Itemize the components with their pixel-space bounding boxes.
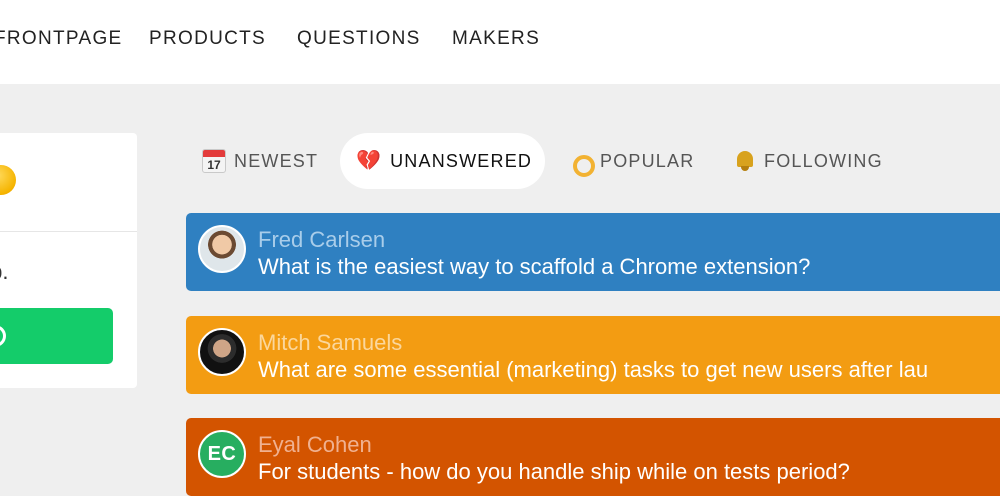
question-author[interactable]: Mitch Samuels: [258, 330, 402, 356]
tab-label: NEWEST: [234, 150, 319, 171]
question-card[interactable]: Mitch Samuels What are some essential (m…: [186, 316, 1000, 394]
button-glyph-icon: [0, 325, 6, 347]
avatar[interactable]: EC: [198, 430, 246, 478]
tab-label: FOLLOWING: [764, 150, 883, 171]
tab-popular[interactable]: POPULAR: [554, 133, 710, 189]
nav-questions[interactable]: QUESTIONS: [297, 28, 421, 50]
nav-frontpage[interactable]: FRONTPAGE: [0, 28, 123, 50]
calendar-day-text: 17: [207, 158, 221, 172]
question-card[interactable]: Fred Carlsen What is the easiest way to …: [186, 213, 1000, 291]
question-title[interactable]: What are some essential (marketing) task…: [258, 357, 928, 383]
avatar[interactable]: [198, 328, 246, 376]
sidebar-text: elp.: [0, 259, 137, 285]
top-navigation: FRONTPAGE PRODUCTS QUESTIONS MAKERS: [0, 0, 1000, 84]
tab-following[interactable]: FOLLOWING: [718, 133, 899, 189]
tab-label: POPULAR: [600, 150, 695, 171]
sidebar-action-button[interactable]: [0, 308, 113, 364]
sidebar-card: elp.: [0, 133, 137, 388]
nav-products[interactable]: PRODUCTS: [149, 28, 266, 50]
tab-newest[interactable]: 17 NEWEST: [186, 133, 334, 189]
smiley-emoji-icon: [0, 165, 16, 195]
question-card[interactable]: EC Eyal Cohen For students - how do you …: [186, 418, 1000, 496]
question-author[interactable]: Fred Carlsen: [258, 227, 385, 253]
tab-label: UNANSWERED: [390, 150, 533, 171]
question-title[interactable]: What is the easiest way to scaffold a Ch…: [258, 254, 810, 280]
avatar[interactable]: [198, 225, 246, 273]
ok-hand-icon: [570, 149, 595, 177]
calendar-icon: 17: [202, 149, 226, 173]
question-author[interactable]: Eyal Cohen: [258, 432, 372, 458]
sidebar-help-text: elp.: [0, 259, 9, 284]
sidebar-divider: [0, 231, 137, 232]
question-title[interactable]: For students - how do you handle ship wh…: [258, 459, 850, 485]
nav-makers[interactable]: MAKERS: [452, 28, 540, 50]
tab-unanswered[interactable]: 💔 UNANSWERED: [340, 133, 545, 189]
broken-heart-icon: 💔: [356, 150, 383, 172]
bell-icon: [734, 149, 756, 173]
